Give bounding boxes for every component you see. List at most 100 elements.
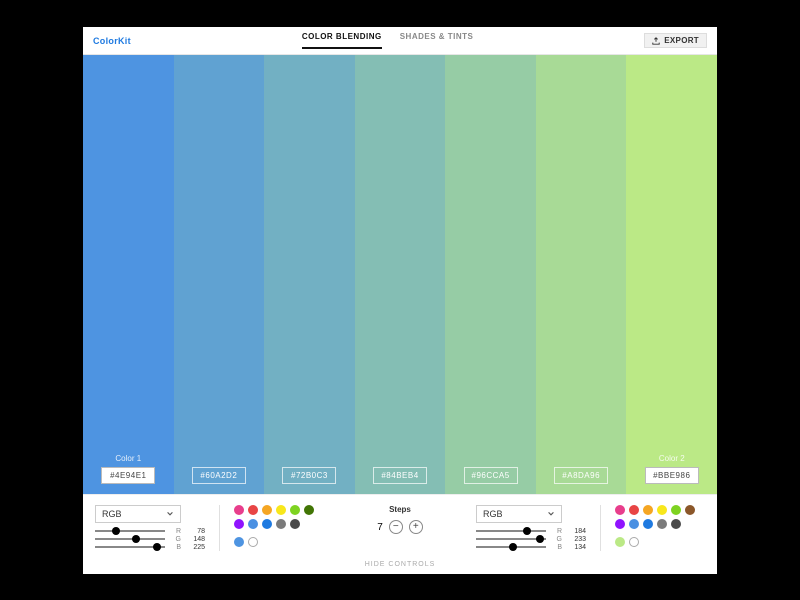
color-chip[interactable] xyxy=(657,519,667,529)
swatch[interactable]: #60A2D2 xyxy=(174,55,265,494)
color-chip[interactable] xyxy=(657,505,667,515)
chevron-down-icon xyxy=(166,510,174,518)
rgb-value: 225 xyxy=(187,544,205,551)
right-mode-column: RGB R 184 G 233 B 134 xyxy=(476,505,586,551)
color-chip[interactable] xyxy=(248,519,258,529)
tab-shades-tints[interactable]: SHADES & TINTS xyxy=(400,32,474,49)
tab-color-blending[interactable]: COLOR BLENDING xyxy=(302,32,382,49)
tabs: COLOR BLENDING SHADES & TINTS xyxy=(302,32,474,49)
export-button[interactable]: EXPORT xyxy=(644,33,707,48)
right-chip-grid xyxy=(615,505,705,529)
export-label: EXPORT xyxy=(664,36,699,45)
slider-b[interactable] xyxy=(476,543,546,551)
rgb-value: 134 xyxy=(568,544,586,551)
steps-label: Steps xyxy=(389,505,411,514)
color-chip[interactable] xyxy=(262,505,272,515)
hide-controls-button[interactable]: HIDE CONTROLS xyxy=(83,557,717,574)
swatch-row: Color 1 #4E94E1 #60A2D2 #72B0C3 #84BEB4 #96CC… xyxy=(83,55,717,494)
color-chip[interactable] xyxy=(234,519,244,529)
steps-row: 7 − + xyxy=(377,520,423,534)
right-recent-row xyxy=(615,537,705,547)
rgb-channel-label: R xyxy=(552,528,562,535)
controls-panel: RGB R78G148B225 Steps 7 − + RGB R1 xyxy=(83,494,717,557)
steps-value: 7 xyxy=(377,522,383,533)
rgb-channel-label: G xyxy=(171,536,181,543)
rgb-value: 233 xyxy=(568,536,586,543)
slider-row-b: B 225 xyxy=(95,543,205,551)
color-chip[interactable] xyxy=(615,519,625,529)
hex-label: #72B0C3 xyxy=(282,467,336,484)
swatch[interactable]: Color 2 #BBE986 xyxy=(626,55,717,494)
hex-label: #A8DA96 xyxy=(554,467,608,484)
slider-r[interactable] xyxy=(476,527,546,535)
left-mode-select[interactable]: RGB xyxy=(95,505,181,523)
color-chip[interactable] xyxy=(629,505,639,515)
rgb-channel-label: G xyxy=(552,536,562,543)
color-chip[interactable] xyxy=(304,505,314,515)
color-chip[interactable] xyxy=(671,505,681,515)
color-chip[interactable] xyxy=(685,519,695,529)
hex-input[interactable]: #BBE986 xyxy=(645,467,699,484)
swatch[interactable]: #A8DA96 xyxy=(536,55,627,494)
right-mode-select[interactable]: RGB xyxy=(476,505,562,523)
slider-r[interactable] xyxy=(95,527,165,535)
color-chip[interactable] xyxy=(671,519,681,529)
color-chip[interactable] xyxy=(615,537,625,547)
slider-g[interactable] xyxy=(95,535,165,543)
swatch-title: Color 2 xyxy=(659,454,685,463)
color-chip[interactable] xyxy=(629,537,639,547)
slider-b[interactable] xyxy=(95,543,165,551)
color-chip[interactable] xyxy=(685,505,695,515)
right-chips-column xyxy=(615,505,705,547)
steps-decrement-button[interactable]: − xyxy=(389,520,403,534)
left-recent-row xyxy=(234,537,324,547)
rgb-channel-label: B xyxy=(171,544,181,551)
slider-row-r: R 78 xyxy=(95,527,205,535)
color-chip[interactable] xyxy=(262,519,272,529)
swatch-title: Color 1 xyxy=(115,454,141,463)
color-chip[interactable] xyxy=(276,519,286,529)
left-chips-column xyxy=(234,505,324,547)
logo[interactable]: ColorKit xyxy=(93,36,131,46)
rgb-channel-label: B xyxy=(552,544,562,551)
hex-input[interactable]: #4E94E1 xyxy=(101,467,155,484)
app-window: ColorKit COLOR BLENDING SHADES & TINTS E… xyxy=(83,27,717,574)
slider-row-g: G 233 xyxy=(476,535,586,543)
swatch[interactable]: #96CCA5 xyxy=(445,55,536,494)
left-mode-column: RGB R 78 G 148 B 225 xyxy=(95,505,205,551)
right-mode-value: RGB xyxy=(483,509,503,519)
left-chip-grid xyxy=(234,505,324,529)
divider xyxy=(219,505,220,551)
hex-label: #60A2D2 xyxy=(192,467,246,484)
rgb-value: 78 xyxy=(187,528,205,535)
color-chip[interactable] xyxy=(643,505,653,515)
color-chip[interactable] xyxy=(290,505,300,515)
color-chip[interactable] xyxy=(234,505,244,515)
color-chip[interactable] xyxy=(248,505,258,515)
left-mode-value: RGB xyxy=(102,509,122,519)
steps-column: Steps 7 − + xyxy=(338,505,462,534)
color-chip[interactable] xyxy=(248,537,258,547)
swatch[interactable]: Color 1 #4E94E1 xyxy=(83,55,174,494)
header-bar: ColorKit COLOR BLENDING SHADES & TINTS E… xyxy=(83,27,717,55)
chevron-down-icon xyxy=(547,510,555,518)
steps-increment-button[interactable]: + xyxy=(409,520,423,534)
color-chip[interactable] xyxy=(290,519,300,529)
swatch[interactable]: #72B0C3 xyxy=(264,55,355,494)
slider-g[interactable] xyxy=(476,535,546,543)
divider xyxy=(600,505,601,551)
color-chip[interactable] xyxy=(234,537,244,547)
hex-label: #84BEB4 xyxy=(373,467,427,484)
color-chip[interactable] xyxy=(276,505,286,515)
rgb-value: 184 xyxy=(568,528,586,535)
color-chip[interactable] xyxy=(304,519,314,529)
color-chip[interactable] xyxy=(643,519,653,529)
rgb-channel-label: R xyxy=(171,528,181,535)
color-chip[interactable] xyxy=(629,519,639,529)
rgb-value: 148 xyxy=(187,536,205,543)
left-sliders: R 78 G 148 B 225 xyxy=(95,527,205,551)
color-chip[interactable] xyxy=(615,505,625,515)
slider-row-r: R 184 xyxy=(476,527,586,535)
swatch[interactable]: #84BEB4 xyxy=(355,55,446,494)
right-sliders: R 184 G 233 B 134 xyxy=(476,527,586,551)
